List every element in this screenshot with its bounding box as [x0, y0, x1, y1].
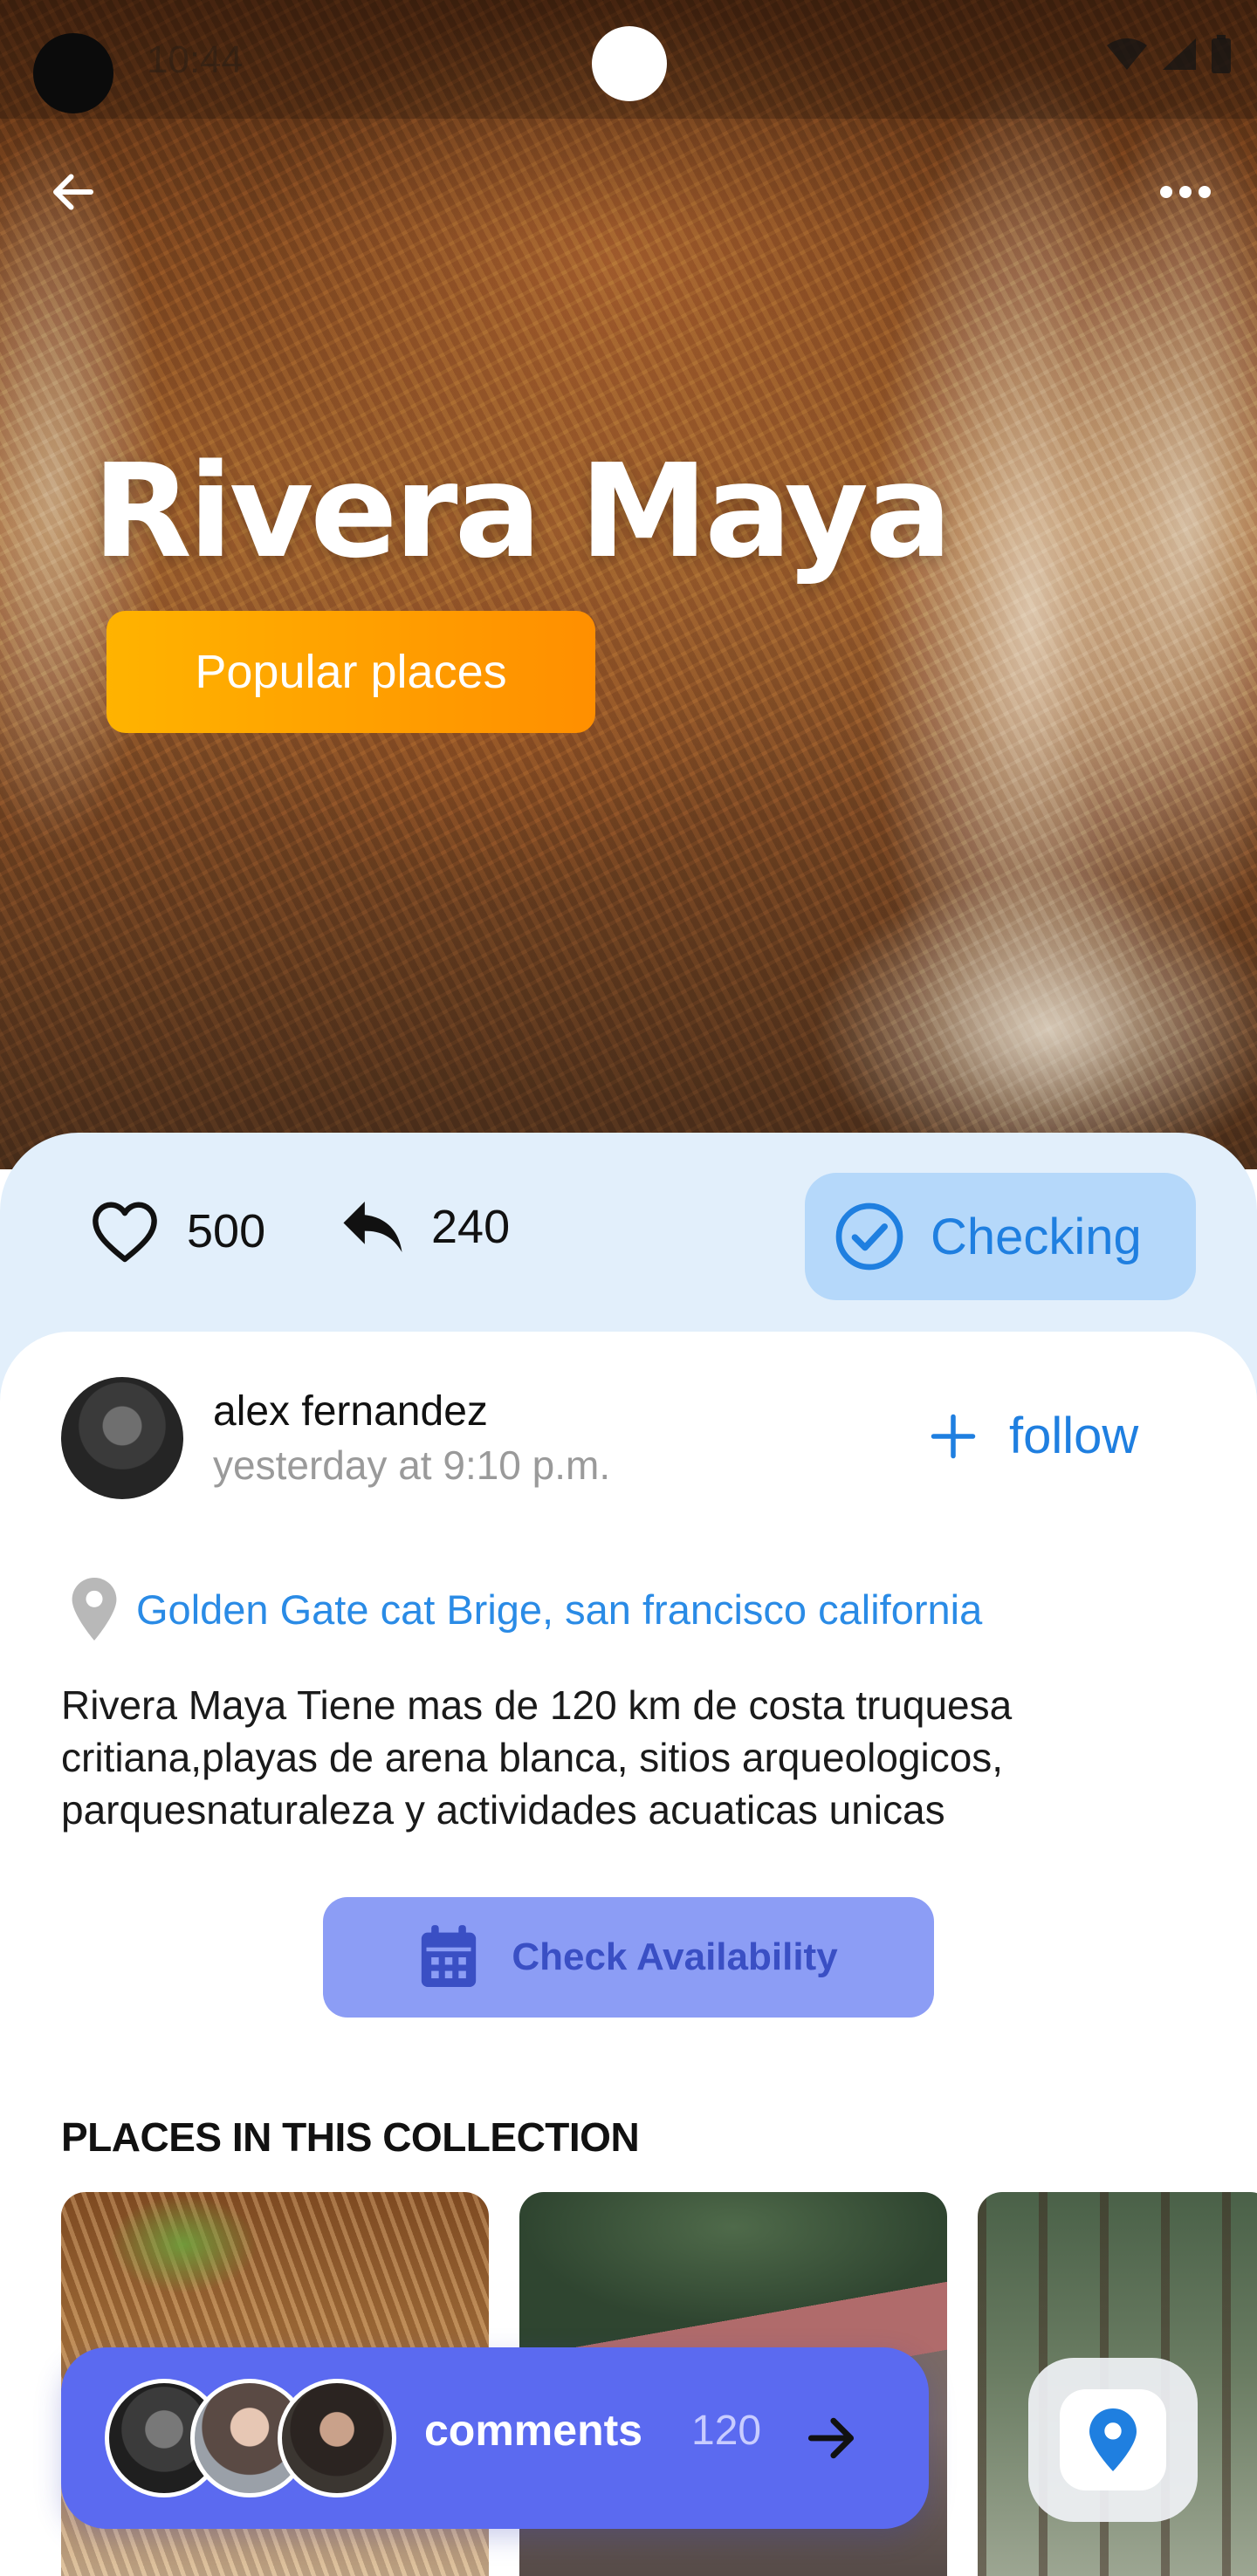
follow-button[interactable]: follow [927, 1407, 1138, 1465]
status-bar: 10:44 [0, 0, 1257, 119]
wifi-icon [1107, 38, 1147, 70]
comments-count: 120 [691, 2408, 762, 2454]
comments-label: comments [424, 2406, 643, 2455]
more-options-button[interactable] [1154, 171, 1217, 213]
location-text: Golden Gate cat Brige, san francisco cal… [136, 1586, 983, 1633]
comments-bar[interactable]: comments 120 [61, 2347, 929, 2529]
reply-icon [343, 1202, 402, 1252]
likes-count: 500 [187, 1205, 266, 1257]
popular-places-badge[interactable]: Popular places [106, 611, 595, 733]
collection-section-title: PLACES IN THIS COLLECTION [61, 2114, 640, 2160]
battery-icon [1212, 35, 1231, 73]
check-circle-icon [835, 1202, 903, 1271]
follow-label: follow [1009, 1408, 1139, 1464]
post-timestamp: yesterday at 9:10 p.m. [213, 1442, 611, 1488]
page-title: Rivera Maya [93, 436, 952, 586]
back-button[interactable] [42, 161, 105, 223]
plus-icon [931, 1414, 976, 1458]
author-name[interactable]: alex fernandez [213, 1387, 488, 1435]
map-button-inner [1060, 2389, 1166, 2490]
checking-button[interactable]: Checking [805, 1173, 1196, 1300]
calendar-icon [422, 1925, 477, 1987]
share-button[interactable]: 240 [340, 1199, 510, 1255]
more-horizontal-icon [1160, 186, 1211, 198]
location-pin-icon [72, 1578, 117, 1641]
map-button[interactable] [1028, 2358, 1198, 2522]
check-availability-label: Check Availability [512, 1935, 838, 1978]
check-availability-button[interactable]: Check Availability [323, 1897, 934, 2018]
status-time: 10:44 [147, 38, 244, 81]
commenter-avatar [278, 2379, 396, 2497]
notch-indicator [592, 26, 667, 101]
avatar[interactable] [61, 1377, 183, 1499]
status-icons [1105, 35, 1233, 73]
likes-button[interactable]: 500 [89, 1199, 265, 1264]
heart-icon [93, 1202, 157, 1263]
place-description: Rivera Maya Tiene mas de 120 km de costa… [61, 1682, 1013, 1833]
location-pin-icon [1089, 2408, 1137, 2471]
shares-count: 240 [431, 1201, 511, 1253]
arrow-right-icon [807, 2417, 855, 2459]
location-link[interactable]: Golden Gate cat Brige, san francisco cal… [72, 1578, 982, 1641]
checking-label: Checking [931, 1208, 1142, 1265]
camera-cutout [33, 33, 113, 113]
arrow-left-icon [53, 174, 93, 210]
signal-icon [1163, 38, 1196, 70]
